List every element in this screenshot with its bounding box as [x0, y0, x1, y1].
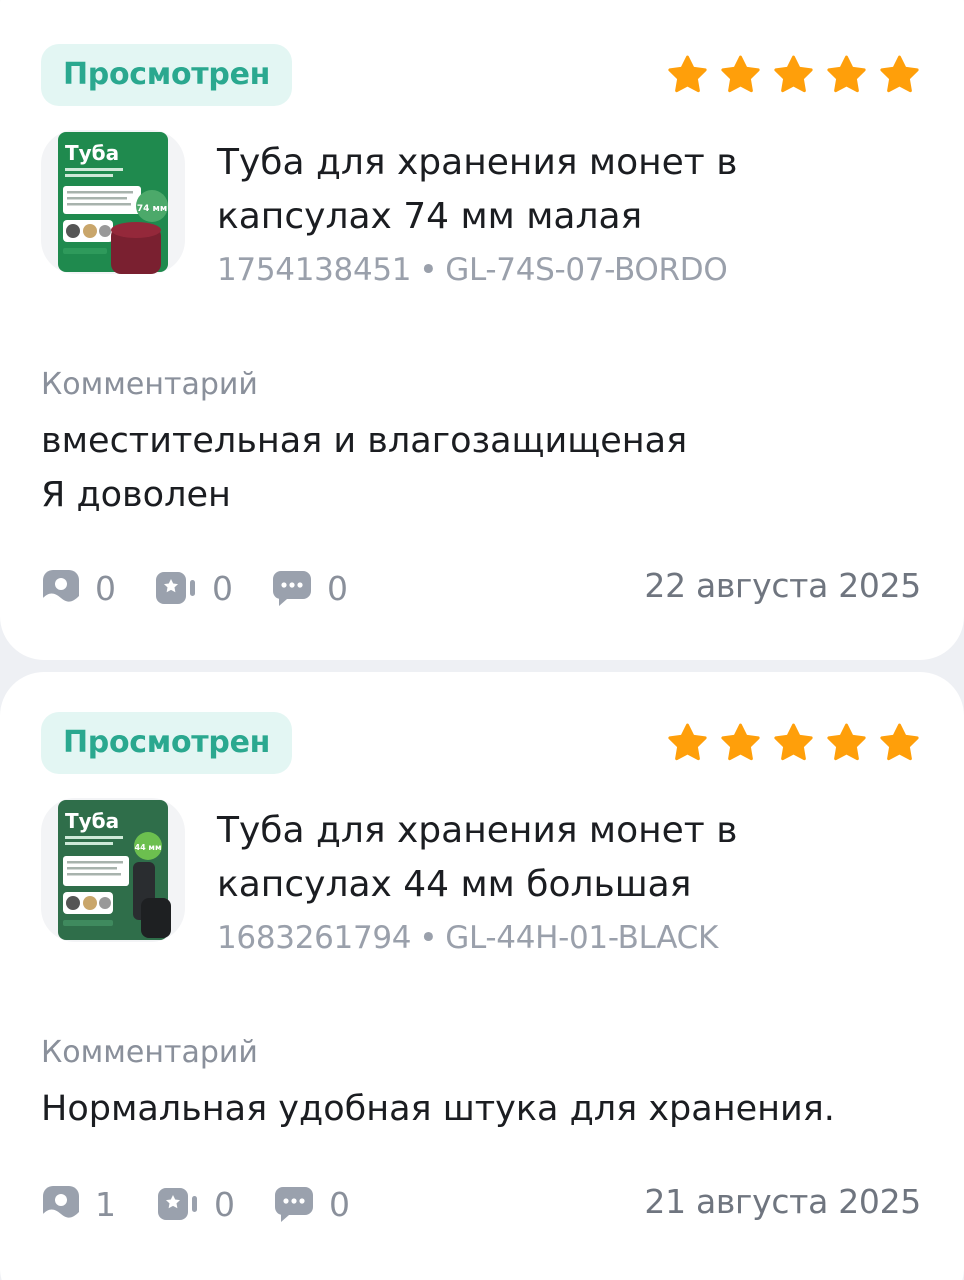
- comment-text: вместительная и влагозащищеная Я доволен: [41, 421, 688, 515]
- review-date: 22 августа 2025: [644, 566, 921, 605]
- product-meta: 1683261794 • GL-44H-01-BLACK: [217, 920, 718, 956]
- videos-stat[interactable]: 0: [156, 1184, 235, 1224]
- photos-stat[interactable]: 0: [41, 568, 116, 608]
- product-meta: 1754138451 • GL-74S-07-BORDO: [217, 252, 728, 288]
- review-stats: 1 0 0: [41, 1182, 388, 1226]
- product-id: 1683261794: [217, 920, 412, 956]
- product-image: Туба 44 мм: [58, 800, 171, 940]
- star-icon: [880, 723, 919, 761]
- status-badge: Просмотрен: [41, 712, 293, 774]
- product-image: Туба 74 мм: [58, 132, 168, 274]
- comment-label: Комментарий: [41, 367, 258, 402]
- comment-text: Нормальная удобная штука для хранения.: [41, 1089, 835, 1129]
- comments-stat[interactable]: 0: [271, 568, 348, 608]
- meta-separator: •: [419, 920, 438, 956]
- product-sku: GL-74S-07-BORDO: [445, 252, 728, 288]
- videos-count: 0: [212, 568, 233, 608]
- comments-stat[interactable]: 0: [273, 1184, 350, 1224]
- star-icon: [827, 723, 866, 761]
- review-stats: 0 0 0: [41, 566, 386, 610]
- photos-count: 0: [95, 568, 116, 608]
- star-icon: [880, 55, 919, 93]
- meta-separator: •: [419, 252, 438, 288]
- rating-stars: [665, 53, 922, 98]
- rating-stars: [665, 721, 922, 766]
- star-icon: [774, 723, 813, 761]
- videos-stat[interactable]: 0: [154, 568, 233, 608]
- video-icon: [156, 572, 195, 604]
- review-date: 21 августа 2025: [644, 1182, 921, 1221]
- product-image-label: Туба: [65, 809, 119, 833]
- review-card[interactable]: Просмотрен Туба 44 мм Туба для хранения …: [0, 672, 964, 1280]
- product-image-size: 74 мм: [137, 204, 167, 214]
- product-title[interactable]: Туба для хранения монет в капсулах 44 мм…: [217, 804, 907, 912]
- product-image-size: 44 мм: [135, 843, 162, 852]
- review-card[interactable]: Просмотрен Туба 74 мм Туба для хранения …: [0, 0, 964, 660]
- star-icon: [668, 55, 707, 93]
- product-image-label: Туба: [65, 141, 119, 165]
- comment-icon: [275, 1187, 313, 1222]
- star-icon: [827, 55, 866, 93]
- videos-count: 0: [214, 1184, 235, 1224]
- comments-count: 0: [327, 568, 348, 608]
- reviews-list: Просмотрен Туба 74 мм Туба для хранения …: [0, 0, 964, 1280]
- product-thumbnail[interactable]: Туба 74 мм: [41, 130, 185, 274]
- product-title[interactable]: Туба для хранения монет в капсулах 74 мм…: [217, 136, 907, 244]
- comment-label: Комментарий: [41, 1035, 258, 1070]
- star-icon: [721, 723, 760, 761]
- photo-icon: [43, 1186, 79, 1222]
- star-icon: [668, 723, 707, 761]
- photos-stat[interactable]: 1: [41, 1184, 116, 1224]
- photos-count: 1: [95, 1184, 116, 1224]
- product-sku: GL-44H-01-BLACK: [445, 920, 719, 956]
- product-thumbnail[interactable]: Туба 44 мм: [41, 798, 185, 942]
- product-id: 1754138451: [217, 252, 412, 288]
- status-badge: Просмотрен: [41, 44, 293, 106]
- photo-icon: [43, 570, 79, 606]
- video-icon: [158, 1188, 197, 1220]
- star-icon: [721, 55, 760, 93]
- comment-icon: [273, 571, 311, 606]
- comments-count: 0: [329, 1184, 350, 1224]
- star-icon: [774, 55, 813, 93]
